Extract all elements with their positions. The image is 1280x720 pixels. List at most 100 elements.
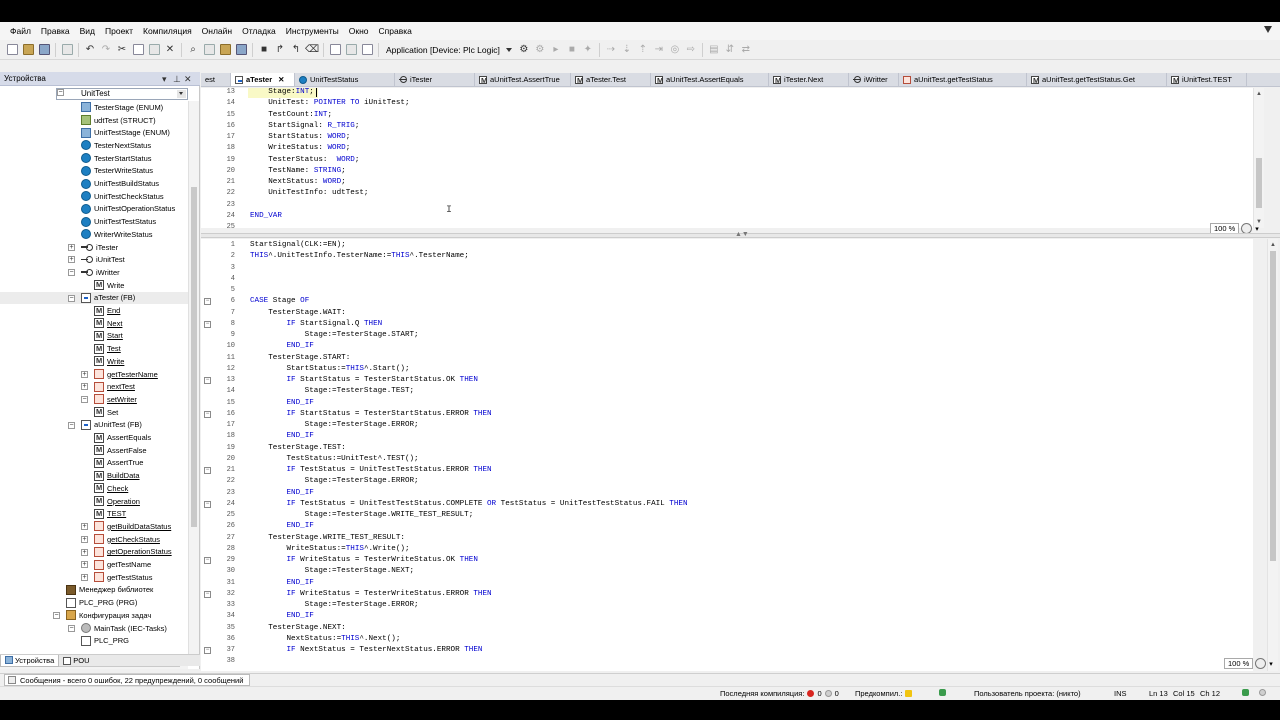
scrollbar-thumb[interactable] — [1270, 251, 1276, 561]
rebuild-icon[interactable] — [235, 44, 247, 55]
code-line[interactable]: Stage:=TesterStage.ERROR; — [250, 477, 419, 485]
menu-project[interactable]: Проект — [101, 22, 137, 40]
menu-build[interactable]: Компиляция — [139, 22, 196, 40]
fold-toggle-icon[interactable]: − — [204, 410, 211, 418]
fold-toggle-icon[interactable]: − — [204, 500, 211, 508]
copy-icon[interactable] — [132, 44, 144, 55]
code-line[interactable]: Stage:=TesterStage.ERROR; — [250, 421, 419, 429]
code-line[interactable]: WriteStatus:=THIS^.Write(); — [250, 545, 409, 553]
tree-item[interactable]: TesterNextStatus — [0, 139, 188, 152]
scrollbar-thumb[interactable] — [1256, 158, 1262, 208]
menu-online[interactable]: Онлайн — [198, 22, 236, 40]
editor-tab[interactable]: iUnitTest.TEST — [1167, 73, 1247, 86]
expand-icon[interactable]: + — [68, 256, 75, 264]
expand-icon[interactable]: + — [81, 383, 88, 391]
fold-toggle-icon[interactable]: − — [204, 298, 211, 306]
scrollbar-thumb[interactable] — [191, 187, 197, 527]
editor-tab[interactable]: iTester.Next — [769, 73, 849, 86]
tree-item[interactable]: − MainTask (IEC-Tasks) — [0, 622, 188, 635]
redo-icon[interactable]: ↷ — [101, 44, 112, 55]
run-to-cursor-icon[interactable]: ⇥ — [653, 44, 664, 55]
code-line[interactable]: IF WriteStatus = TesterWriteStatus.OK TH… — [250, 556, 477, 564]
login-icon[interactable]: ⚙ — [518, 44, 529, 55]
menu-view[interactable]: Вид — [76, 22, 99, 40]
tree-item[interactable]: Next — [0, 317, 188, 330]
code-line[interactable]: IF StartSignal.Q THEN — [250, 320, 382, 328]
code-line[interactable]: END_IF — [250, 489, 313, 497]
collapse-icon[interactable]: − — [68, 421, 75, 429]
implementation-vertical-scrollbar[interactable]: ▲ — [1267, 239, 1278, 671]
tree-item[interactable]: TesterWriteStatus — [0, 165, 188, 178]
expand-icon[interactable]: + — [81, 523, 88, 531]
code-line[interactable]: IF StartStatus = TesterStartStatus.OK TH… — [250, 376, 477, 384]
tree-item[interactable]: − aTester (FB) — [0, 291, 188, 305]
tree-vertical-scrollbar[interactable] — [188, 101, 199, 661]
code-line[interactable]: IF TestStatus = UnitTestTestStatus.ERROR… — [250, 466, 491, 474]
tree-item[interactable]: TesterStartStatus — [0, 152, 188, 165]
code-line[interactable]: Stage:=TesterStage.TEST; — [250, 387, 414, 395]
close-icon[interactable]: ✕ — [184, 73, 192, 85]
chevron-down-icon[interactable]: ▾ — [1255, 225, 1259, 233]
code-line[interactable]: Stage:=TesterStage.WRITE_TEST_RESULT; — [250, 511, 474, 519]
save-icon[interactable] — [38, 44, 50, 55]
editor-tab[interactable]: aUnitTest.getTestStatus — [899, 73, 1027, 86]
zoom-value[interactable]: 100 % — [1224, 658, 1254, 669]
code-line[interactable]: NextStatus: WORD; — [250, 178, 346, 186]
find-icon[interactable]: ⌕ — [188, 44, 199, 55]
code-line[interactable]: UnitTest: POINTER TO iUnitTest; — [250, 99, 409, 107]
logout-icon[interactable]: ⚙ — [534, 44, 545, 55]
tree-item[interactable]: + iTester — [0, 241, 188, 254]
menu-debug[interactable]: Отладка — [238, 22, 280, 40]
notification-status[interactable] — [1256, 689, 1269, 696]
fold-toggle-icon[interactable]: − — [204, 320, 211, 328]
scroll-up-icon[interactable]: ▲ — [1255, 90, 1263, 98]
menu-edit[interactable]: Правка — [37, 22, 74, 40]
panel-menu-icon[interactable]: ▾ — [162, 73, 167, 85]
code-line[interactable]: StartStatus:=THIS^.Start(); — [250, 365, 409, 373]
step-over-icon[interactable]: ⇢ — [605, 44, 616, 55]
open-project-icon[interactable] — [22, 44, 34, 55]
tree-item[interactable]: − Конфигурация задач — [0, 609, 188, 622]
stop-icon[interactable]: ■ — [566, 44, 577, 55]
code-line[interactable]: IF TestStatus = UnitTestTestStatus.COMPL… — [250, 500, 687, 508]
tree-item[interactable]: Start — [0, 330, 188, 343]
tree-item[interactable]: BuildData — [0, 469, 188, 482]
code-line[interactable]: END_IF — [250, 342, 313, 350]
close-tab-icon[interactable]: ✕ — [278, 75, 284, 84]
pin-icon[interactable]: ⊥ — [173, 73, 181, 85]
write-values-icon[interactable]: ▤ — [708, 44, 719, 55]
show-next-icon[interactable]: ⇨ — [685, 44, 696, 55]
unforce-values-icon[interactable]: ⇄ — [740, 44, 751, 55]
code-line[interactable]: END_IF — [250, 432, 313, 440]
tree-item[interactable]: AssertFalse — [0, 444, 188, 457]
cut-icon[interactable]: ✂ — [117, 44, 128, 55]
code-line[interactable]: TestStatus:=UnitTest^.TEST(); — [250, 455, 418, 463]
expand-icon[interactable]: + — [81, 535, 88, 543]
editor-tab[interactable]: UnitTestStatus — [295, 73, 395, 86]
implementation-editor[interactable]: 1 StartSignal(CLK:=EN); 2 THIS^.UnitTestInf… — [201, 239, 1253, 671]
code-line[interactable]: Stage:=TesterStage.ERROR; — [250, 601, 419, 609]
editor-tab[interactable]: aUnitTest.getTestStatus.Get — [1027, 73, 1167, 86]
collapse-icon[interactable]: − — [68, 294, 75, 302]
code-line[interactable]: StartSignal: R_TRIG; — [250, 122, 359, 130]
tree-item[interactable]: Check — [0, 482, 188, 495]
tree-item[interactable]: AssertTrue — [0, 457, 188, 470]
run-icon[interactable]: ▸ — [550, 44, 561, 55]
tree-item[interactable]: Write — [0, 279, 188, 292]
tree-item[interactable]: UnitTestOperationStatus — [0, 203, 188, 216]
tree-item[interactable]: AssertEquals — [0, 431, 188, 444]
code-line[interactable]: StartSignal(CLK:=EN); — [250, 241, 346, 249]
tree-item[interactable]: + getTestStatus — [0, 571, 188, 584]
new-project-icon[interactable] — [6, 44, 18, 55]
step-out-icon[interactable]: ⇡ — [637, 44, 648, 55]
project-selector[interactable]: UnitTest — [56, 88, 188, 100]
tree-item[interactable]: + nextTest — [0, 380, 188, 393]
code-line[interactable]: TesterStage.NEXT: — [250, 624, 345, 632]
editor-tab[interactable]: iTester — [395, 73, 475, 86]
messages-tab[interactable]: Сообщения - всего 0 ошибок, 22 предупреж… — [4, 674, 251, 686]
tree-item[interactable]: + getCheckStatus — [0, 533, 188, 546]
code-line[interactable]: Stage:=TesterStage.NEXT; — [250, 567, 414, 575]
code-line[interactable]: TesterStage.TEST: — [250, 444, 345, 452]
tree-item[interactable]: + getBuildDataStatus — [0, 520, 188, 533]
replace-icon[interactable] — [203, 44, 215, 55]
